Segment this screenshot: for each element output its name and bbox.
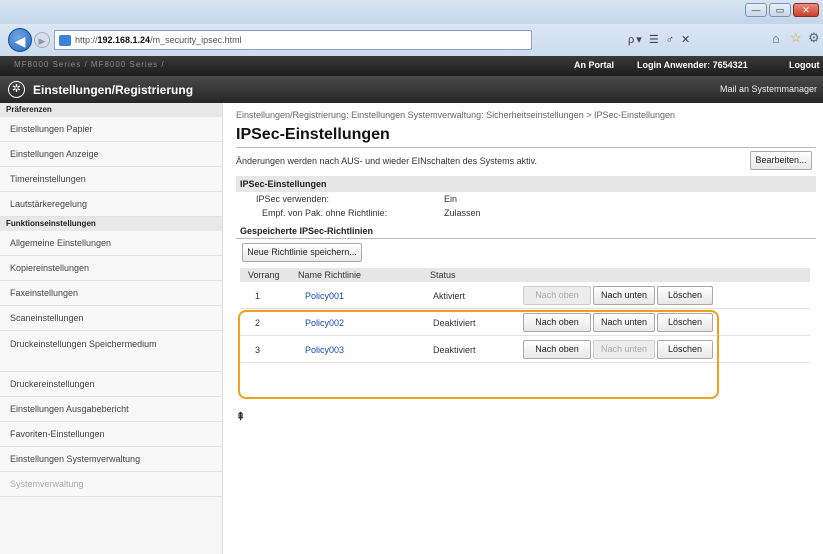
device-bar: MF8000 Series / MF8000 Series / An Porta… bbox=[0, 56, 823, 76]
status-cell: Deaktiviert bbox=[433, 345, 476, 355]
move-down-button: Nach unten bbox=[593, 340, 655, 359]
close-button[interactable]: ✕ bbox=[793, 3, 819, 17]
sidebar-heading-functions: Funktionseinstellungen bbox=[0, 217, 222, 231]
move-up-button[interactable]: Nach oben bbox=[523, 340, 591, 359]
header-priority: Vorrang bbox=[248, 270, 280, 280]
move-up-button: Nach oben bbox=[523, 286, 591, 305]
priority-cell: 2 bbox=[255, 318, 261, 328]
saved-policies-heading: Gespeicherte IPSec-Richtlinien bbox=[236, 224, 816, 239]
sidebar-item-timer[interactable]: Timereinstellungen bbox=[0, 167, 222, 192]
browser-addressbar: ◀ ▶ http://192.168.1.24/m_security_ipsec… bbox=[0, 24, 823, 56]
address-tools[interactable]: ρ▾ ☰ ♂ ✕ bbox=[628, 33, 692, 46]
sidebar-heading-system[interactable]: Einstellungen Systemverwaltung bbox=[0, 447, 222, 472]
breadcrumb: Einstellungen/Registrierung: Einstellung… bbox=[236, 110, 676, 120]
page-icon bbox=[59, 35, 71, 46]
move-up-button[interactable]: Nach oben bbox=[523, 313, 591, 332]
browser-titlebar: — ▭ ✕ bbox=[0, 0, 823, 24]
logout-link[interactable]: Logout bbox=[789, 60, 820, 70]
field-value: Ein bbox=[444, 194, 458, 204]
policy-link[interactable]: Policy001 bbox=[305, 291, 344, 301]
policy-link[interactable]: Policy002 bbox=[305, 318, 344, 328]
url-input[interactable]: http://192.168.1.24/m_security_ipsec.htm… bbox=[54, 30, 532, 50]
header-status: Status bbox=[430, 270, 456, 280]
section-heading: IPSec-Einstellungen bbox=[236, 176, 816, 192]
priority-cell: 3 bbox=[255, 345, 261, 355]
field-ipsec-use: IPSec verwenden: Ein bbox=[236, 192, 816, 206]
field-label: Empf. von Pak. ohne Richtlinie: bbox=[262, 208, 388, 218]
policy-link[interactable]: Policy003 bbox=[305, 345, 344, 355]
edit-button[interactable]: Bearbeiten... bbox=[750, 151, 812, 170]
field-value: Zulassen bbox=[444, 208, 481, 218]
home-icon[interactable]: ⌂ bbox=[772, 31, 780, 46]
url-text: http://192.168.1.24/m_security_ipsec.htm… bbox=[75, 35, 242, 45]
sidebar-item-favorites[interactable]: Favoriten-Einstellungen bbox=[0, 422, 222, 447]
sidebar-item-media-print[interactable]: Druckeinstellungen Speichermedium bbox=[0, 331, 222, 372]
priority-cell: 1 bbox=[255, 291, 261, 301]
mail-to-admin-link[interactable]: Mail an Systemmanager bbox=[720, 84, 817, 94]
back-arrow-icon[interactable]: ◀ bbox=[8, 28, 32, 52]
table-header: Vorrang Name Richtlinie Status bbox=[240, 268, 810, 282]
login-user: Login Anwender: 7654321 bbox=[637, 60, 748, 70]
notice-row: Änderungen werden nach AUS- und wieder E… bbox=[236, 148, 816, 176]
star-icon[interactable]: ☆ bbox=[790, 30, 802, 46]
move-down-button[interactable]: Nach unten bbox=[593, 286, 655, 305]
minimize-button[interactable]: — bbox=[745, 3, 767, 17]
policy-table: Vorrang Name Richtlinie Status 1 Policy0… bbox=[240, 268, 810, 363]
sidebar-item-volume[interactable]: Lautstärkeregelung bbox=[0, 192, 222, 217]
table-row: 2 Policy002 Deaktiviert Nach oben Nach u… bbox=[240, 309, 810, 336]
main-content: Einstellungen/Registrierung: Einstellung… bbox=[236, 110, 816, 363]
status-cell: Deaktiviert bbox=[433, 318, 476, 328]
app-title: Einstellungen/Registrierung bbox=[33, 83, 194, 97]
sidebar-item-system[interactable]: Systemverwaltung bbox=[0, 472, 222, 497]
sidebar: Präferenzen Einstellungen Papier Einstel… bbox=[0, 103, 223, 554]
sidebar-item-general[interactable]: Allgemeine Einstellungen bbox=[0, 231, 222, 256]
table-row: 1 Policy001 Aktiviert Nach oben Nach unt… bbox=[240, 282, 810, 309]
sidebar-item-report[interactable]: Einstellungen Ausgabebericht bbox=[0, 397, 222, 422]
sidebar-heading-preferences: Präferenzen bbox=[0, 103, 222, 117]
portal-link[interactable]: An Portal bbox=[574, 60, 614, 70]
restart-notice: Änderungen werden nach AUS- und wieder E… bbox=[236, 156, 537, 166]
sidebar-item-copy[interactable]: Kopiereinstellungen bbox=[0, 256, 222, 281]
page-title: IPSec-Einstellungen bbox=[236, 126, 390, 143]
window-controls: — ▭ ✕ bbox=[745, 3, 819, 17]
field-label: IPSec verwenden: bbox=[256, 194, 330, 204]
sidebar-item-scan[interactable]: Scaneinstellungen bbox=[0, 306, 222, 331]
header-name: Name Richtlinie bbox=[298, 270, 362, 280]
delete-button[interactable]: Löschen bbox=[657, 286, 713, 305]
app-header: ✲ Einstellungen/Registrierung Mail an Sy… bbox=[0, 76, 823, 103]
maximize-button[interactable]: ▭ bbox=[769, 3, 791, 17]
status-cell: Aktiviert bbox=[433, 291, 466, 301]
sidebar-item-printer[interactable]: Druckereinstellungen bbox=[0, 372, 222, 397]
table-row: 3 Policy003 Deaktiviert Nach oben Nach u… bbox=[240, 336, 810, 363]
sidebar-item-paper[interactable]: Einstellungen Papier bbox=[0, 117, 222, 142]
sidebar-item-fax[interactable]: Faxeinstellungen bbox=[0, 281, 222, 306]
delete-button[interactable]: Löschen bbox=[657, 313, 713, 332]
save-new-policy-button[interactable]: Neue Richtlinie speichern... bbox=[242, 243, 362, 262]
gear-icon[interactable]: ⚙ bbox=[808, 30, 820, 46]
move-down-button[interactable]: Nach unten bbox=[593, 313, 655, 332]
delete-button[interactable]: Löschen bbox=[657, 340, 713, 359]
device-model: MF8000 Series / MF8000 Series / bbox=[14, 60, 165, 69]
sidebar-item-display[interactable]: Einstellungen Anzeige bbox=[0, 142, 222, 167]
scroll-top-icon[interactable]: ⇞ bbox=[236, 410, 245, 423]
field-no-policy: Empf. von Pak. ohne Richtlinie: Zulassen bbox=[236, 206, 816, 220]
settings-icon: ✲ bbox=[8, 81, 25, 98]
forward-arrow-icon[interactable]: ▶ bbox=[34, 32, 50, 48]
